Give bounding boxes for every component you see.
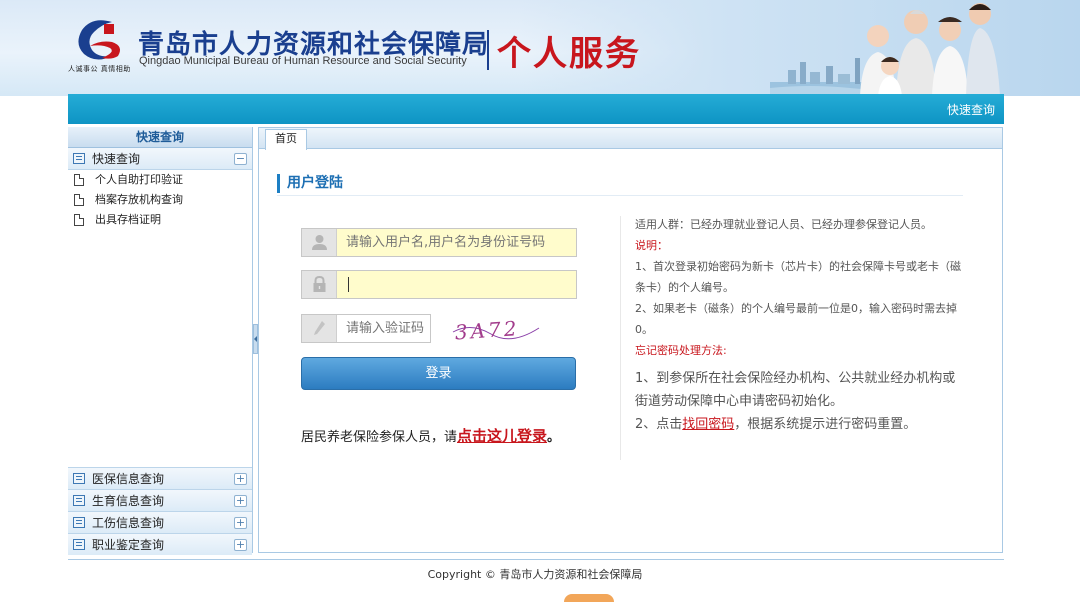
footer-divider <box>68 559 1004 560</box>
logo-slogan: 人诚事公 真情相助 <box>68 65 131 73</box>
resident-login-link[interactable]: 点击这儿登录 <box>457 427 547 445</box>
username-field-group <box>301 228 577 257</box>
tab-bar: 首页 <box>259 128 1002 150</box>
sidebar-item-print-verify[interactable]: 个人自助打印验证 <box>68 170 252 190</box>
service-title: 个人服务 <box>497 34 641 74</box>
applicable-users-text: 适用人群：已经办理就业登记人员、已经办理参保登记人员。 <box>635 218 932 231</box>
sidebar-group-label: 生育信息查询 <box>92 494 165 508</box>
login-instructions: 适用人群：已经办理就业登记人员、已经办理参保登记人员。 说明： 1、首次登录初始… <box>635 214 965 436</box>
text-caret <box>348 277 349 292</box>
bureau-logo-icon <box>78 20 120 60</box>
password-input[interactable] <box>337 271 576 298</box>
lock-icon <box>302 271 337 298</box>
captcha-field-group <box>301 314 431 343</box>
sidebar-group-work-injury[interactable]: 工伤信息查询 + <box>68 511 252 533</box>
sidebar-item-label: 出具存档证明 <box>95 213 161 226</box>
quick-query-link[interactable]: 快速查询 <box>947 101 995 118</box>
method-recover-online: 2、点击找回密码，根据系统提示进行密码重置。 <box>635 413 965 436</box>
site-header: 人诚事公 真情相助 青岛市人力资源和社会保障局 Qingdao Municipa… <box>0 0 1080 96</box>
captcha-input[interactable] <box>337 315 430 342</box>
expand-plus-icon[interactable]: + <box>234 495 247 507</box>
note-first-login: 1、首次登录初始密码为新卡（芯片卡）的社会保障卡号或老卡（磁条卡）的个人编号。 <box>635 260 961 294</box>
list-icon <box>73 495 85 506</box>
tab-home[interactable]: 首页 <box>265 129 307 150</box>
sidebar: 快速查询 快速查询 − 个人自助打印验证 档案存放机构查询 出具存档证明 医保信… <box>68 127 253 555</box>
list-icon <box>73 539 85 550</box>
user-icon <box>302 229 337 256</box>
expand-plus-icon[interactable]: + <box>234 473 247 485</box>
captcha-text: 3A72 <box>454 318 520 342</box>
sidebar-item-label: 个人自助打印验证 <box>95 173 183 186</box>
expand-plus-icon[interactable]: + <box>234 539 247 551</box>
sidebar-group-quick-query[interactable]: 快速查询 − <box>68 148 252 170</box>
sidebar-item-archive-certificate[interactable]: 出具存档证明 <box>68 210 252 230</box>
sidebar-group-label: 快速查询 <box>92 152 141 166</box>
sidebar-header: 快速查询 <box>68 127 252 148</box>
sidebar-item-label: 档案存放机构查询 <box>95 193 183 206</box>
note-leading-zero: 2、如果老卡（磁条）的个人编号最前一位是0，输入密码时需去掉0。 <box>635 302 957 336</box>
method2-prefix: 2、点击 <box>635 417 683 432</box>
resident-login-prompt: 居民养老保险参保人员，请点击这儿登录。 <box>301 425 560 446</box>
collapse-minus-icon[interactable]: − <box>234 153 247 165</box>
sidebar-group-label: 职业鉴定查询 <box>92 538 165 552</box>
resident-prefix: 居民养老保险参保人员，请 <box>301 430 458 445</box>
method-reset-office: 1、到参保所在社会保险经办机构、公共就业经办机构或街道劳动保障中心申请密码初始化… <box>635 371 956 409</box>
title-divider-line <box>277 195 963 196</box>
main-panel: 首页 用户登陆 请输入用户名,用户名为身份证号码 请输入验证码 3A72 登录 … <box>258 127 1003 553</box>
sidebar-group-vocational-appraisal[interactable]: 职业鉴定查询 + <box>68 533 252 555</box>
recover-password-link[interactable]: 找回密码 <box>682 417 734 432</box>
document-icon <box>74 214 84 226</box>
document-icon <box>74 194 84 206</box>
info-divider <box>620 216 621 460</box>
forgot-password-title: 忘记密码处理方法: <box>635 344 727 357</box>
method2-suffix: ，根据系统提示进行密码重置。 <box>734 417 917 432</box>
login-button[interactable]: 登录 <box>301 357 576 390</box>
password-field-group <box>301 270 577 299</box>
bureau-name-english: Qingdao Municipal Bureau of Human Resour… <box>139 55 467 67</box>
sidebar-group-label: 工伤信息查询 <box>92 516 165 530</box>
sidebar-item-archive-agency[interactable]: 档案存放机构查询 <box>68 190 252 210</box>
resident-suffix: 。 <box>547 430 561 445</box>
sidebar-group-medical-insurance[interactable]: 医保信息查询 + <box>68 467 252 489</box>
copyright-text: Copyright © 青岛市人力资源和社会保障局 <box>427 568 643 581</box>
sidebar-collapsed-groups: 医保信息查询 + 生育信息查询 + 工伤信息查询 + 职业鉴定查询 + <box>68 467 252 555</box>
list-icon <box>73 473 85 484</box>
notes-title: 说明： <box>635 239 668 252</box>
document-icon <box>74 174 84 186</box>
family-photo-image <box>860 3 1000 96</box>
sidebar-group-label: 医保信息查询 <box>92 472 165 486</box>
login-section-title: 用户登陆 <box>277 174 343 193</box>
list-icon <box>73 153 85 164</box>
title-divider <box>487 30 489 70</box>
sidebar-group-maternity[interactable]: 生育信息查询 + <box>68 489 252 511</box>
pen-icon <box>302 315 337 342</box>
list-icon <box>73 517 85 528</box>
captcha-image[interactable]: 3A72 <box>451 318 541 342</box>
username-input[interactable] <box>337 229 576 256</box>
expand-plus-icon[interactable]: + <box>234 517 247 529</box>
top-navigation-bar: 快速查询 <box>68 94 1004 124</box>
